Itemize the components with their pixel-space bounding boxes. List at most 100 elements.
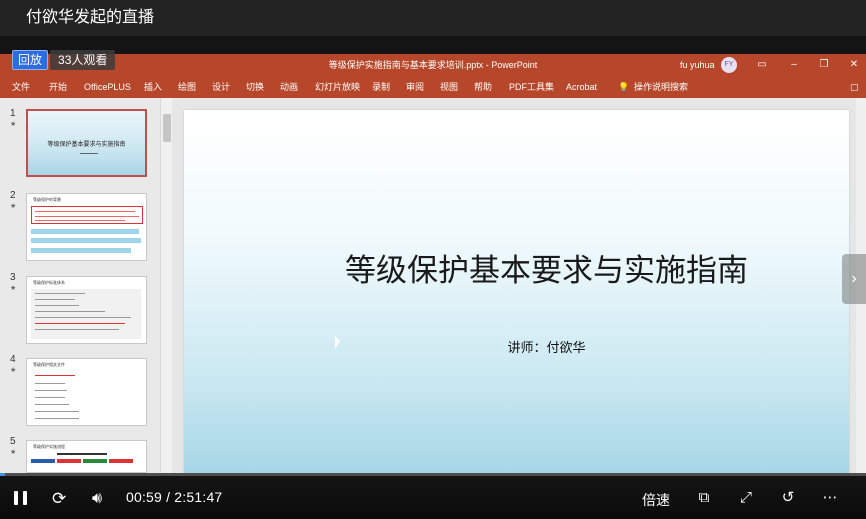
- volume-icon[interactable]: 🔊︎: [92, 487, 112, 511]
- replay-info: 回放 33人观看: [12, 50, 116, 70]
- progress-bar[interactable]: [0, 473, 866, 476]
- thumb-content-box: [31, 289, 141, 339]
- tell-me-search[interactable]: 操作说明搜索: [634, 76, 688, 98]
- thumb-highlight: [31, 229, 139, 234]
- ppt-user-name: fu yuhua: [680, 60, 715, 70]
- thumb-title: 等级保护的背景: [33, 197, 61, 202]
- live-title: 付欲华发起的直播: [0, 0, 866, 36]
- thumb-line: [35, 211, 135, 212]
- star-icon: ★: [10, 203, 17, 210]
- mouse-cursor-icon: [335, 336, 340, 349]
- lightbulb-icon: 💡: [618, 82, 630, 92]
- thumb-line: [35, 220, 125, 221]
- ppt-ribbon: 文件 开始 OfficePLUS 插入 绘图 设计 切换 动画 幻灯片放映 录制…: [0, 76, 866, 98]
- ppt-workspace: 1 ★ 等级保护基本要求与实施指南 2 ★ 等级保护的背景 3 ★ 等级保护标准…: [0, 98, 866, 473]
- slide-thumbnail-pane: 1 ★ 等级保护基本要求与实施指南 2 ★ 等级保护的背景 3 ★ 等级保护标准…: [0, 98, 160, 473]
- star-icon: ★: [10, 449, 17, 456]
- comments-icon[interactable]: ▢: [850, 76, 859, 98]
- speed-button[interactable]: 倍速: [642, 490, 670, 510]
- tab-transitions[interactable]: 切换: [246, 76, 264, 98]
- restore-icon[interactable]: ❐: [814, 54, 834, 76]
- thumb-line: [35, 311, 105, 312]
- thumb-line: [35, 329, 119, 330]
- thumb-title: 等级保护标准体系: [33, 280, 65, 285]
- picture-in-picture-icon[interactable]: ⧉: [694, 487, 714, 509]
- thumb-title: 等级保护基本要求与实施指南: [47, 142, 126, 148]
- star-icon: ★: [10, 367, 17, 374]
- thumb-line: [35, 216, 139, 217]
- slide-subtitle: 讲师：付欲华: [507, 340, 586, 355]
- pause-icon[interactable]: [14, 487, 30, 511]
- thumb-line: [35, 317, 131, 318]
- thumb-line: [35, 404, 69, 405]
- playback-time: 00:59 / 2:51:47: [126, 489, 223, 505]
- next-page-button[interactable]: ›: [842, 254, 866, 304]
- thumb-line: [35, 323, 125, 324]
- tab-acrobat[interactable]: Acrobat: [566, 76, 597, 98]
- thumb-stage: [83, 459, 107, 463]
- thumb-line: [35, 293, 85, 294]
- player-control-bar: ⟳ 🔊︎ 00:59 / 2:51:47 倍速 ⧉ ⤢ ↺ ⋯: [0, 473, 866, 519]
- tab-design[interactable]: 设计: [212, 76, 230, 98]
- thumb-line: [35, 418, 79, 419]
- replay-icon[interactable]: ↺: [778, 487, 798, 509]
- thumb-line: [35, 397, 65, 398]
- replay-badge: 回放: [12, 50, 49, 70]
- slide-title: 等级保护基本要求与实施指南: [345, 253, 748, 288]
- more-icon[interactable]: ⋯: [820, 487, 840, 509]
- star-icon: ★: [10, 121, 17, 128]
- slide-thumbnail-2[interactable]: 等级保护的背景: [26, 193, 147, 261]
- close-icon[interactable]: ✕: [844, 54, 864, 76]
- thumb-line: [35, 305, 79, 306]
- tab-insert[interactable]: 插入: [144, 76, 162, 98]
- thumb-highlight: [31, 248, 131, 253]
- thumbnail-scrollbar[interactable]: [160, 98, 172, 473]
- thumb-number: 2: [10, 190, 16, 201]
- live-player-window: 付欲华发起的直播 回放 33人观看 等级保护实施指南与基本要求培训.pptx -…: [0, 0, 866, 519]
- thumb-line: [35, 390, 67, 391]
- thumb-number: 3: [10, 272, 16, 283]
- slide-thumbnail-1[interactable]: 等级保护基本要求与实施指南: [26, 109, 147, 177]
- thumb-line: [35, 383, 65, 384]
- tab-draw[interactable]: 绘图: [178, 76, 196, 98]
- slide-thumbnail-4[interactable]: 等级保护相关文件: [26, 358, 147, 426]
- thumb-line: [35, 411, 79, 412]
- thumb-stage: [57, 459, 81, 463]
- thumb-line: [57, 453, 107, 455]
- tab-view[interactable]: 视图: [440, 76, 458, 98]
- thumb-line: [35, 375, 75, 376]
- thumb-title: 等级保护实施流程: [33, 444, 65, 449]
- thumb-number: 5: [10, 436, 16, 447]
- tab-animations[interactable]: 动画: [280, 76, 298, 98]
- thumb-subtitle-line: [80, 153, 98, 154]
- tab-pdf-tools[interactable]: PDF工具集: [509, 76, 554, 98]
- ribbon-display-icon[interactable]: ▭: [752, 54, 772, 76]
- thumb-stage: [109, 459, 133, 463]
- tab-home[interactable]: 开始: [49, 76, 67, 98]
- fullscreen-icon[interactable]: ⤢: [736, 487, 756, 509]
- thumb-line: [35, 299, 75, 300]
- progress-fill: [0, 473, 5, 476]
- tab-slideshow[interactable]: 幻灯片放映: [315, 76, 360, 98]
- current-slide: 等级保护基本要求与实施指南 讲师：付欲华: [184, 110, 849, 473]
- thumb-highlight: [31, 238, 141, 243]
- thumb-red-box: [31, 206, 143, 224]
- user-avatar[interactable]: FY: [721, 57, 737, 73]
- star-icon: ★: [10, 285, 17, 292]
- slide-thumbnail-5[interactable]: 等级保护实施流程: [26, 440, 147, 473]
- refresh-icon[interactable]: ⟳: [52, 487, 72, 511]
- tab-officeplus[interactable]: OfficePLUS: [84, 76, 131, 98]
- scrollbar-thumb[interactable]: [163, 114, 171, 142]
- thumb-number: 1: [10, 108, 16, 119]
- thumb-number: 4: [10, 354, 16, 365]
- ppt-title-bar: 等级保护实施指南与基本要求培训.pptx - PowerPoint fu yuh…: [0, 54, 866, 76]
- tab-file[interactable]: 文件: [12, 76, 30, 98]
- header-gap: [0, 36, 866, 54]
- minimize-icon[interactable]: –: [784, 54, 804, 76]
- slide-thumbnail-3[interactable]: 等级保护标准体系: [26, 276, 147, 344]
- thumb-stage: [31, 459, 55, 463]
- tab-record[interactable]: 录制: [372, 76, 390, 98]
- tab-review[interactable]: 审阅: [406, 76, 424, 98]
- thumb-title: 等级保护相关文件: [33, 362, 65, 367]
- tab-help[interactable]: 帮助: [474, 76, 492, 98]
